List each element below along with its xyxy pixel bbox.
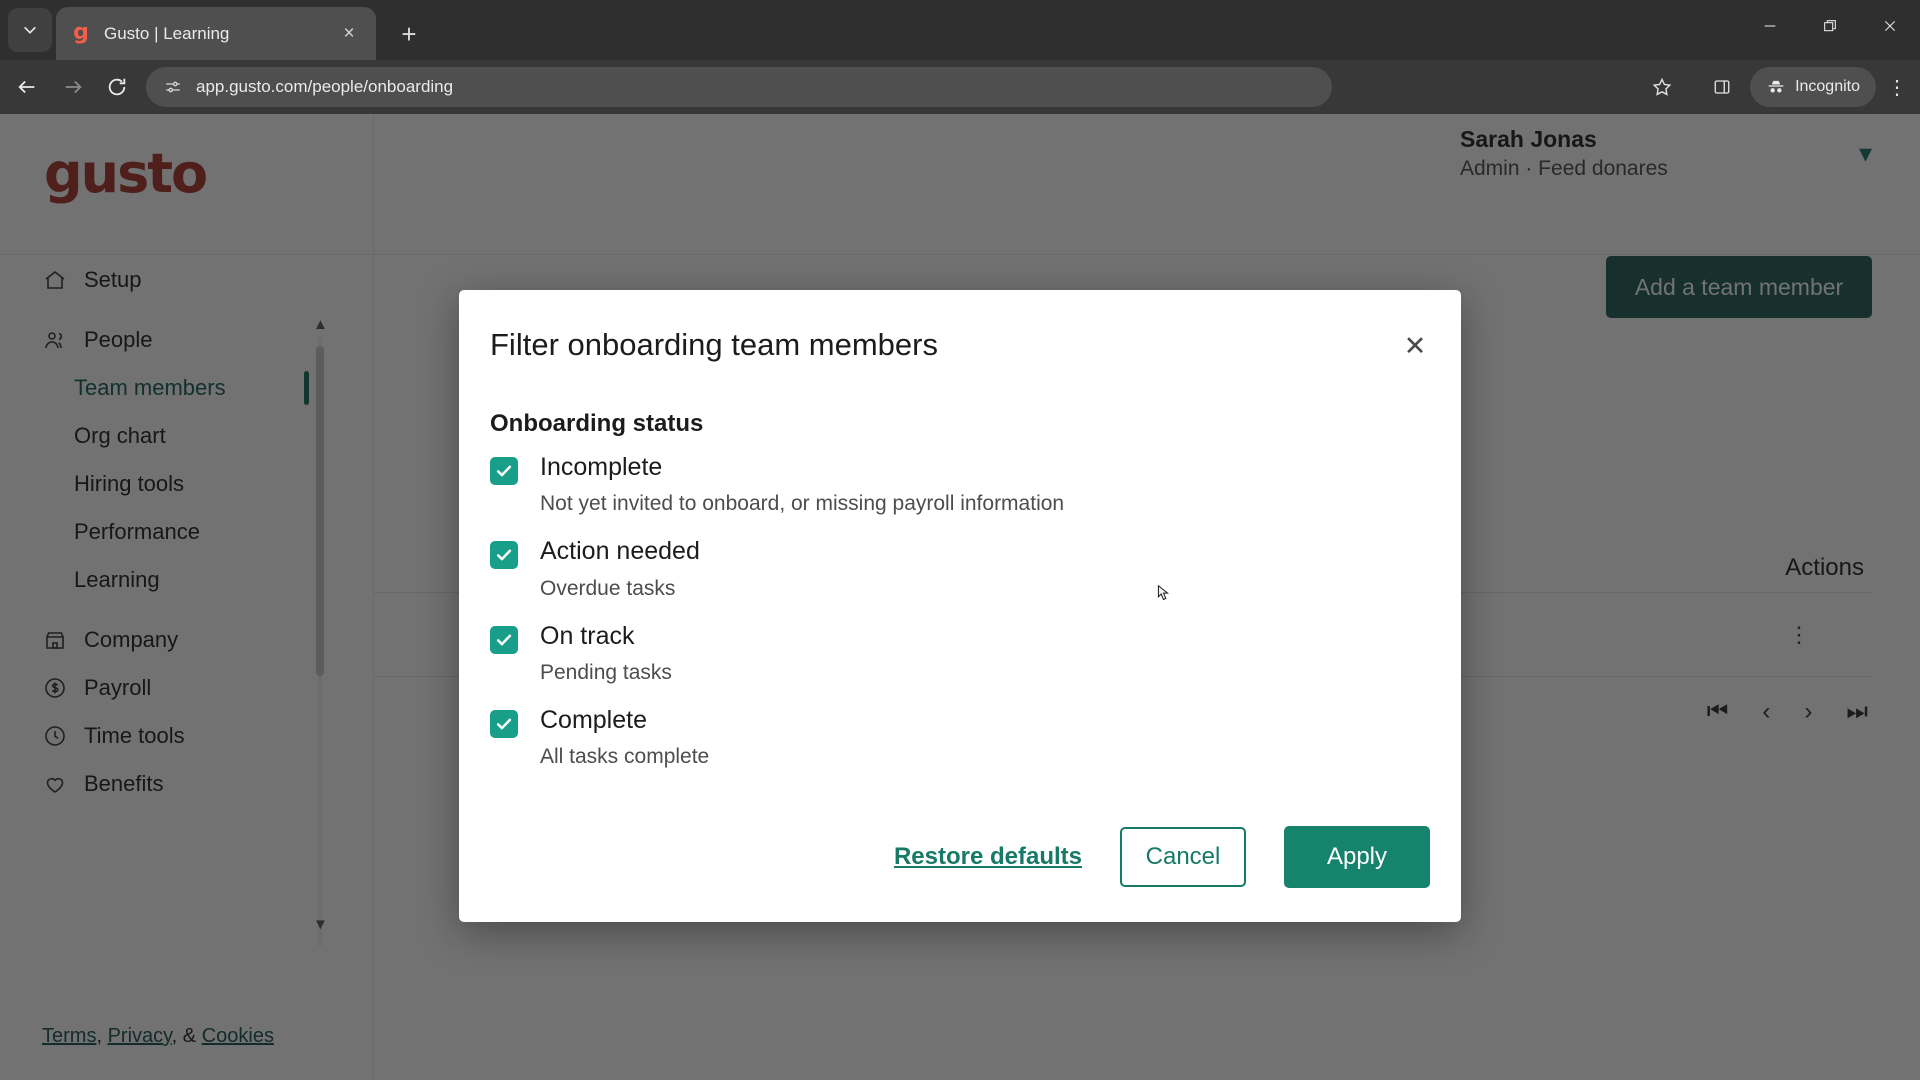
address-bar[interactable]: app.gusto.com/people/onboarding	[146, 67, 1332, 107]
back-button[interactable]	[10, 70, 44, 104]
apply-button[interactable]: Apply	[1284, 826, 1430, 888]
maximize-button[interactable]	[1800, 0, 1860, 52]
onboarding-status-label: Onboarding status	[490, 410, 704, 437]
arrow-left-icon	[18, 80, 35, 94]
incognito-indicator[interactable]: Incognito	[1750, 67, 1876, 107]
restore-icon	[1824, 20, 1836, 32]
option-description: Not yet invited to onboard, or missing p…	[540, 492, 1065, 516]
filter-option-incomplete[interactable]: Incomplete Not yet invited to onboard, o…	[490, 452, 1430, 516]
option-label: Complete	[540, 705, 647, 734]
filter-option-complete[interactable]: Complete All tasks complete	[490, 705, 1430, 769]
option-description: Pending tasks	[540, 660, 672, 684]
option-description: Overdue tasks	[540, 576, 676, 600]
check-icon	[496, 634, 512, 645]
tune-icon	[166, 81, 180, 93]
url-text: app.gusto.com/people/onboarding	[196, 77, 454, 96]
reload-icon	[108, 78, 126, 96]
close-window-button[interactable]	[1860, 0, 1920, 52]
minimize-button[interactable]	[1740, 0, 1800, 52]
checkbox-complete[interactable]	[490, 709, 518, 738]
dialog-close-button[interactable]: ✕	[1395, 326, 1435, 366]
browser-menu-button[interactable]: ⋮	[1880, 70, 1914, 104]
filter-option-on-track[interactable]: On track Pending tasks	[490, 621, 1430, 685]
browser-toolbar: app.gusto.com/people/onboarding Incognit…	[0, 60, 1920, 114]
option-label: Action needed	[540, 537, 700, 566]
tab-strip: g Gusto | Learning × +	[0, 0, 1920, 60]
option-label: Incomplete	[540, 453, 663, 481]
bookmark-button[interactable]	[1642, 67, 1682, 107]
filter-option-action-needed[interactable]: Action needed Overdue tasks	[490, 536, 1430, 600]
tab-close-icon[interactable]: ×	[336, 21, 362, 47]
new-tab-button[interactable]: +	[392, 17, 426, 51]
option-label: On track	[540, 621, 635, 650]
chevron-down-icon	[24, 26, 36, 34]
filter-dialog: Filter onboarding team members ✕ Onboard…	[459, 290, 1461, 922]
tab-title: Gusto | Learning	[104, 23, 230, 43]
onboarding-status-options: Incomplete Not yet invited to onboard, o…	[490, 452, 1430, 789]
browser-tab[interactable]: g Gusto | Learning ×	[56, 7, 376, 60]
restore-defaults-button[interactable]: Restore defaults	[894, 843, 1082, 871]
close-icon	[1884, 20, 1896, 32]
arrow-right-icon	[65, 80, 82, 94]
dialog-title: Filter onboarding team members	[490, 327, 938, 362]
incognito-icon	[1768, 80, 1784, 93]
gusto-favicon: g	[73, 19, 89, 45]
tab-search-button[interactable]	[8, 8, 52, 52]
browser-window: g Gusto | Learning × + app.gusto.com/peo…	[0, 0, 1920, 1080]
check-icon	[496, 465, 512, 477]
check-icon	[496, 549, 512, 561]
site-settings-icon[interactable]	[160, 74, 186, 100]
star-icon	[1652, 77, 1672, 96]
check-icon	[496, 718, 512, 730]
option-description: All tasks complete	[540, 745, 710, 768]
incognito-label: Incognito	[1795, 78, 1860, 95]
window-controls	[1740, 0, 1920, 52]
checkbox-action-needed[interactable]	[490, 541, 518, 570]
forward-button[interactable]	[56, 70, 90, 104]
checkbox-on-track[interactable]	[490, 625, 518, 654]
cancel-button[interactable]: Cancel	[1120, 827, 1246, 887]
minimize-icon	[1764, 25, 1776, 27]
side-panel-icon	[1714, 80, 1730, 94]
reload-button[interactable]	[100, 70, 134, 104]
dialog-footer: Restore defaults Cancel Apply	[459, 826, 1430, 888]
checkbox-incomplete[interactable]	[490, 457, 518, 485]
side-panel-button[interactable]	[1702, 67, 1742, 107]
